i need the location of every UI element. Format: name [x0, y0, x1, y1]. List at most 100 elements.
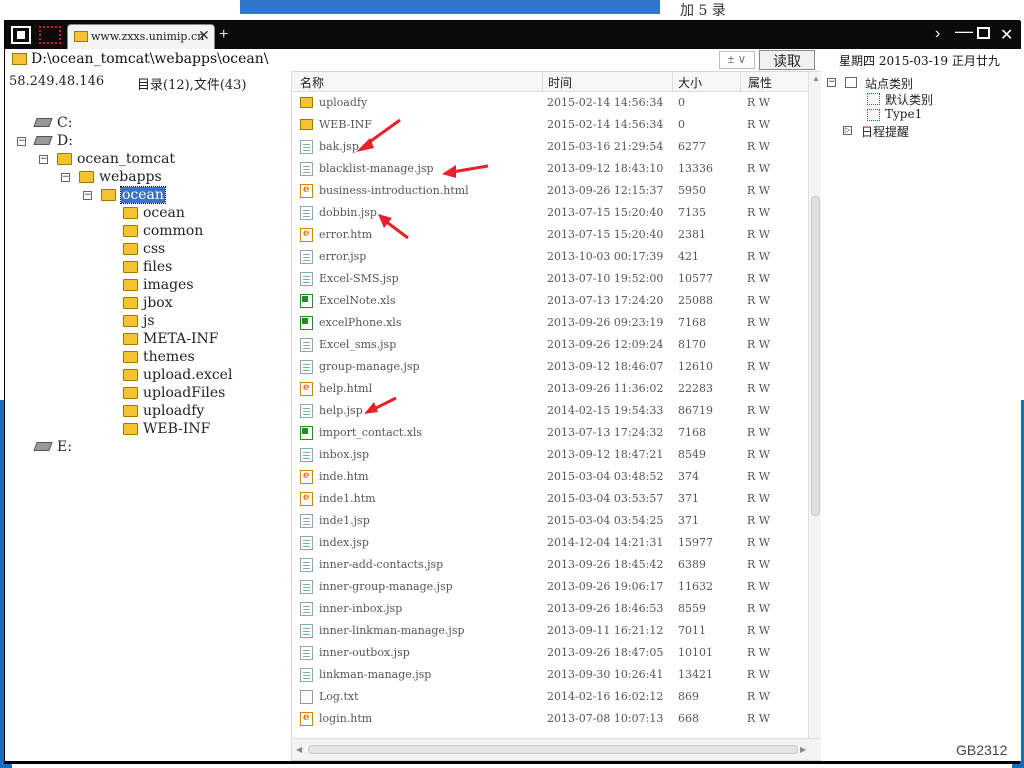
collapse-icon[interactable]: −	[17, 137, 26, 146]
file-row[interactable]: business-introduction.html 2013-09-26 12:…	[292, 180, 808, 202]
file-manager-window: www.zxxs.unimip.cn ✕ + › — ✕ D:\ocean_to…	[4, 20, 1021, 764]
column-size[interactable]: 大小	[678, 74, 702, 91]
folder-icon	[123, 369, 138, 381]
file-attr: R W	[747, 272, 771, 285]
file-name: login.htm	[319, 712, 373, 725]
tree-folder-item[interactable]: jbox	[5, 295, 291, 313]
tree-folder-item[interactable]: js	[5, 313, 291, 331]
file-attr: R W	[747, 404, 771, 417]
file-row[interactable]: login.htm 2013-07-08 10:07:13 668 R W	[292, 708, 808, 730]
file-row[interactable]: dobbin.jsp 2013-07-15 15:20:40 7135 R W	[292, 202, 808, 224]
tree-folder-item[interactable]: files	[5, 259, 291, 277]
file-row[interactable]: inner-group-manage.jsp 2013-09-26 19:06:1…	[292, 576, 808, 598]
maximize-button[interactable]	[977, 27, 990, 39]
vertical-scroll-thumb[interactable]	[811, 196, 820, 516]
tree-folder-item[interactable]: − ocean_tomcat	[5, 151, 291, 169]
tree-drive-item[interactable]: − D:	[5, 133, 291, 151]
tree-folder-item[interactable]: upload.excel	[5, 367, 291, 385]
desktop-top-strip	[240, 0, 660, 14]
tree-folder-item[interactable]: ocean	[5, 205, 291, 223]
tree-folder-item[interactable]: WEB-INF	[5, 421, 291, 439]
red-tab-icon[interactable]	[39, 26, 61, 44]
tree-folder-item[interactable]: META-INF	[5, 331, 291, 349]
file-name: Log.txt	[319, 690, 359, 703]
file-row[interactable]: index.jsp 2014-12-04 14:21:31 15977 R W	[292, 532, 808, 554]
site-category-label: 站点类别	[865, 77, 914, 91]
file-row[interactable]: import_contact.xls 2013-07-13 17:24:32 716…	[292, 422, 808, 444]
column-separator[interactable]	[740, 72, 741, 92]
file-row[interactable]: group-manage.jsp 2013-09-12 18:46:07 12610…	[292, 356, 808, 378]
tree-folder-item[interactable]: themes	[5, 349, 291, 367]
vertical-scrollbar[interactable]: ▲	[808, 72, 822, 738]
collapse-icon[interactable]: −	[39, 155, 48, 164]
file-name: error.htm	[319, 228, 373, 241]
scroll-right-icon[interactable]: ▶	[800, 745, 806, 754]
collapse-icon[interactable]: −	[61, 173, 70, 182]
tree-item-label: D:	[57, 133, 73, 149]
column-separator[interactable]	[672, 72, 673, 92]
tab-close-icon[interactable]: ✕	[198, 27, 210, 44]
browser-tab[interactable]: www.zxxs.unimip.cn ✕	[67, 24, 215, 49]
tree-folder-item[interactable]: common	[5, 223, 291, 241]
horizontal-scrollbar[interactable]: ◀ ▶	[292, 738, 822, 760]
file-attr: R W	[747, 118, 771, 131]
file-row[interactable]: Log.txt 2014-02-16 16:02:12 869 R W	[292, 686, 808, 708]
file-row[interactable]: uploadfy 2015-02-14 14:56:34 0 R W	[292, 92, 808, 114]
tree-folder-item[interactable]: css	[5, 241, 291, 259]
minimize-button[interactable]: —	[955, 21, 973, 42]
file-row[interactable]: linkman-manage.jsp 2013-09-30 10:26:41 134…	[292, 664, 808, 686]
file-name: import_contact.xls	[319, 426, 423, 439]
tree-item-label: WEB-INF	[143, 421, 211, 437]
file-row[interactable]: inner-inbox.jsp 2013-09-26 18:46:53 8559 R …	[292, 598, 808, 620]
file-row[interactable]: inbox.jsp 2013-09-12 18:47:21 8549 R W	[292, 444, 808, 466]
file-time: 2013-07-08 10:07:13	[547, 712, 664, 725]
file-row[interactable]: Excel_sms.jsp 2013-09-26 12:09:24 8170 R W	[292, 334, 808, 356]
file-row[interactable]: inde.htm 2015-03-04 03:48:52 374 R W	[292, 466, 808, 488]
app-icon[interactable]	[11, 26, 31, 44]
tree-drive-item[interactable]: C:	[5, 115, 291, 133]
tree-item-label: images	[143, 277, 194, 293]
tree-folder-item[interactable]: uploadFiles	[5, 385, 291, 403]
file-name: inner-add-contacts.jsp	[319, 558, 444, 571]
column-name[interactable]: 名称	[300, 74, 324, 91]
read-button[interactable]: 读取	[759, 50, 815, 70]
file-row[interactable]: inde1.jsp 2015-03-04 03:54:25 371 R W	[292, 510, 808, 532]
file-row[interactable]: inner-linkman-manage.jsp 2013-09-11 16:21…	[292, 620, 808, 642]
file-time: 2013-09-11 16:21:12	[547, 624, 664, 637]
column-separator[interactable]	[542, 72, 543, 92]
path-dropdown[interactable]: ± ∨	[719, 51, 755, 69]
close-window-button[interactable]: ✕	[1000, 25, 1013, 45]
tree-folder-item[interactable]: uploadfy	[5, 403, 291, 421]
file-time: 2013-09-26 09:23:19	[547, 316, 664, 329]
file-size: 15977	[678, 536, 713, 549]
tree-folder-item[interactable]: images	[5, 277, 291, 295]
file-size: 11632	[678, 580, 713, 593]
path-input[interactable]: D:\ocean_tomcat\webapps\ocean\	[31, 51, 721, 69]
file-row[interactable]: error.htm 2013-07-15 15:20:40 2381 R W	[292, 224, 808, 246]
file-row[interactable]: Excel-SMS.jsp 2013-07-10 19:52:00 10577 R W	[292, 268, 808, 290]
expand-icon[interactable]: ▷	[843, 126, 852, 135]
scroll-left-icon[interactable]: ◀	[296, 745, 302, 754]
folder-icon	[123, 243, 138, 255]
column-attr[interactable]: 属性	[748, 74, 772, 91]
column-time[interactable]: 时间	[548, 74, 572, 91]
file-row[interactable]: excelPhone.xls 2013-09-26 09:23:19 7168 R W	[292, 312, 808, 334]
file-row[interactable]: error.jsp 2013-10-03 00:17:39 421 R W	[292, 246, 808, 268]
scroll-up-icon[interactable]: ▲	[812, 74, 820, 83]
file-row[interactable]: blacklist-manage.jsp 2013-09-12 18:43:10 1…	[292, 158, 808, 180]
file-row[interactable]: inner-outbox.jsp 2013-09-26 18:47:05 10101…	[292, 642, 808, 664]
file-size: 0	[678, 118, 685, 131]
tree-drive-item[interactable]: E:	[5, 439, 291, 457]
file-row[interactable]: ExcelNote.xls 2013-07-13 17:24:20 25088 R W	[292, 290, 808, 312]
drive-icon	[33, 442, 53, 451]
tree-folder-item[interactable]: − ocean	[5, 186, 291, 205]
drive-icon	[33, 118, 53, 127]
tree-folder-item[interactable]: − webapps	[5, 169, 291, 187]
file-row[interactable]: inner-add-contacts.jsp 2013-09-26 18:45:4…	[292, 554, 808, 576]
chevron-right-icon[interactable]: ›	[935, 25, 940, 43]
horizontal-scroll-thumb[interactable]	[308, 745, 798, 754]
collapse-icon[interactable]: −	[83, 191, 92, 200]
new-tab-button[interactable]: +	[219, 26, 228, 44]
file-row[interactable]: inde1.htm 2015-03-04 03:53:57 371 R W	[292, 488, 808, 510]
collapse-icon[interactable]: −	[827, 78, 836, 87]
